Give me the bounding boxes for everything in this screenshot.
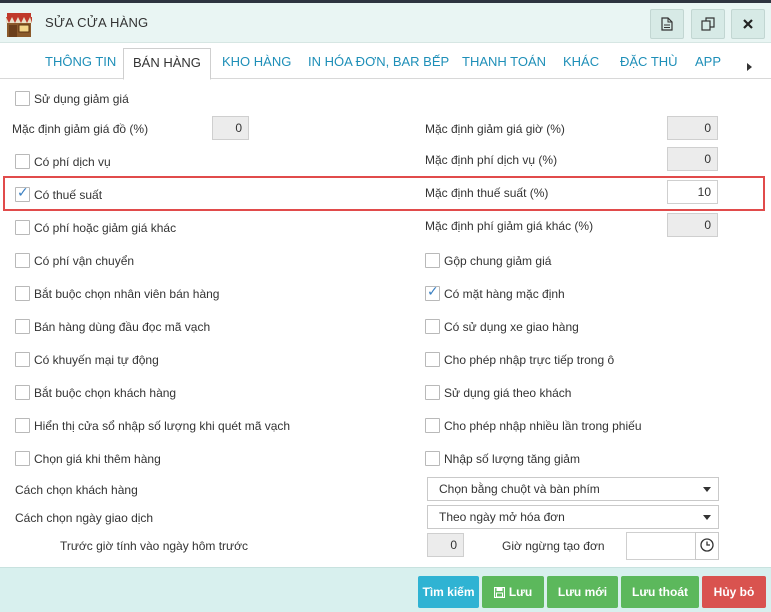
cancel-button[interactable]: Hủy bỏ <box>702 576 766 608</box>
tab-thanh-toan[interactable]: THANH TOÁN <box>462 49 546 79</box>
multi-entry-label: Cho phép nhập nhiều lần trong phiếu <box>444 419 642 433</box>
default-tax-label: Mặc định thuế suất (%) <box>425 186 549 200</box>
customer-select-value: Chọn bằng chuột và bàn phím <box>439 482 600 496</box>
use-discount-label: Sử dụng giảm giá <box>34 92 129 106</box>
save-exit-button[interactable]: Lưu thoát <box>621 576 699 608</box>
require-customer-label: Bắt buộc chọn khách hàng <box>34 386 177 400</box>
delivery-vehicle-checkbox[interactable] <box>425 319 440 334</box>
default-other-fee-label: Mặc định phí giảm giá khác (%) <box>425 219 594 233</box>
other-fee-label: Có phí hoặc giảm giá khác <box>34 221 177 235</box>
date-select[interactable]: Theo ngày mở hóa đơn <box>427 505 719 529</box>
search-button[interactable]: Tìm kiếm <box>418 576 479 608</box>
copy-button[interactable] <box>691 9 725 39</box>
default-item-discount-input[interactable]: 0 <box>212 116 249 140</box>
stop-time-input[interactable] <box>626 532 696 560</box>
shipping-fee-checkbox[interactable] <box>15 253 30 268</box>
floppy-icon <box>493 586 505 598</box>
service-fee-checkbox[interactable] <box>15 154 30 169</box>
tax-checkbox[interactable] <box>15 185 30 202</box>
default-service-fee-input[interactable]: 0 <box>667 147 718 171</box>
barcode-reader-label: Bán hàng dùng đầu đọc mã vạch <box>34 320 211 334</box>
delivery-vehicle-label: Có sử dụng xe giao hàng <box>444 320 579 334</box>
tab-kho-hang[interactable]: KHO HÀNG <box>222 49 291 79</box>
default-item-discount-label: Mặc định giảm giá đồ (%) <box>12 122 149 136</box>
qty-stepper-label: Nhập số lượng tăng giảm <box>444 452 580 466</box>
default-tax-input[interactable]: 10 <box>667 180 718 204</box>
auto-promo-label: Có khuyến mại tự động <box>34 353 159 367</box>
tab-ban-hang[interactable]: BÁN HÀNG <box>123 48 211 80</box>
barcode-reader-checkbox[interactable] <box>15 319 30 334</box>
clock-icon <box>700 537 714 555</box>
default-service-fee-label: Mặc định phí dịch vụ (%) <box>425 153 558 167</box>
merge-discount-checkbox[interactable] <box>425 253 440 268</box>
merge-discount-label: Gộp chung giảm giá <box>444 254 552 268</box>
multi-entry-checkbox[interactable] <box>425 418 440 433</box>
require-staff-checkbox[interactable] <box>15 286 30 301</box>
tab-app[interactable]: APP <box>695 49 721 79</box>
customer-select[interactable]: Chọn bằng chuột và bàn phím <box>427 477 719 501</box>
qty-window-label: Hiển thị cửa sổ nhập số lượng khi quét m… <box>34 419 291 433</box>
default-item-checkbox[interactable] <box>425 284 440 301</box>
tab-thong-tin[interactable]: THÔNG TIN <box>45 49 116 79</box>
window-header: SỬA CỬA HÀNG <box>0 3 771 43</box>
hours-before-input[interactable]: 0 <box>427 533 464 557</box>
copy-icon <box>701 17 715 31</box>
default-other-fee-input[interactable]: 0 <box>667 213 718 237</box>
document-icon <box>661 17 673 31</box>
default-hour-discount-input[interactable]: 0 <box>667 116 718 140</box>
store-icon <box>4 9 34 39</box>
close-button[interactable] <box>731 9 765 39</box>
save-button[interactable]: Lưu <box>482 576 544 608</box>
clock-button[interactable] <box>695 532 719 560</box>
tab-khac[interactable]: KHÁC <box>563 49 599 79</box>
tab-scroll-right-icon[interactable] <box>747 63 752 71</box>
date-select-value: Theo ngày mở hóa đơn <box>439 510 565 524</box>
caret-down-icon <box>703 515 711 520</box>
save-new-button[interactable]: Lưu mới <box>547 576 618 608</box>
customer-price-checkbox[interactable] <box>425 385 440 400</box>
qty-window-checkbox[interactable] <box>15 418 30 433</box>
default-item-label: Có mặt hàng mặc định <box>444 287 565 301</box>
direct-input-checkbox[interactable] <box>425 352 440 367</box>
direct-input-label: Cho phép nhập trực tiếp trong ô <box>444 353 615 367</box>
customer-price-label: Sử dụng giá theo khách <box>444 386 572 400</box>
close-icon <box>743 19 753 29</box>
use-discount-checkbox[interactable] <box>15 91 30 106</box>
tab-bar: THÔNG TIN BÁN HÀNG KHO HÀNG IN HÓA ĐƠN, … <box>0 43 771 80</box>
choose-price-checkbox[interactable] <box>15 451 30 466</box>
default-hour-discount-label: Mặc định giảm giá giờ (%) <box>425 122 565 136</box>
shipping-fee-label: Có phí vận chuyển <box>34 254 135 268</box>
stop-time-label: Giờ ngừng tạo đơn <box>502 539 605 553</box>
service-fee-label: Có phí dịch vụ <box>34 155 111 169</box>
date-select-label: Cách chọn ngày giao dịch <box>15 511 154 525</box>
hours-before-label: Trước giờ tính vào ngày hôm trước <box>60 539 248 553</box>
choose-price-label: Chọn giá khi thêm hàng <box>34 452 161 466</box>
window-title: SỬA CỬA HÀNG <box>45 15 149 30</box>
tab-in-hoa-don[interactable]: IN HÓA ĐƠN, BAR BẾP <box>308 49 449 79</box>
tab-dac-thu[interactable]: ĐẶC THÙ <box>620 49 678 79</box>
qty-stepper-checkbox[interactable] <box>425 451 440 466</box>
tax-label: Có thuế suất <box>34 188 103 202</box>
highlight-box <box>3 176 765 211</box>
document-button[interactable] <box>650 9 684 39</box>
save-button-label: Lưu <box>508 585 533 599</box>
caret-down-icon <box>703 487 711 492</box>
auto-promo-checkbox[interactable] <box>15 352 30 367</box>
require-staff-label: Bắt buộc chọn nhân viên bán hàng <box>34 287 220 301</box>
customer-select-label: Cách chọn khách hàng <box>15 483 138 497</box>
require-customer-checkbox[interactable] <box>15 385 30 400</box>
other-fee-checkbox[interactable] <box>15 220 30 235</box>
footer-bar: Tìm kiếm Lưu Lưu mới Lưu thoát Hủy bỏ <box>0 567 771 612</box>
